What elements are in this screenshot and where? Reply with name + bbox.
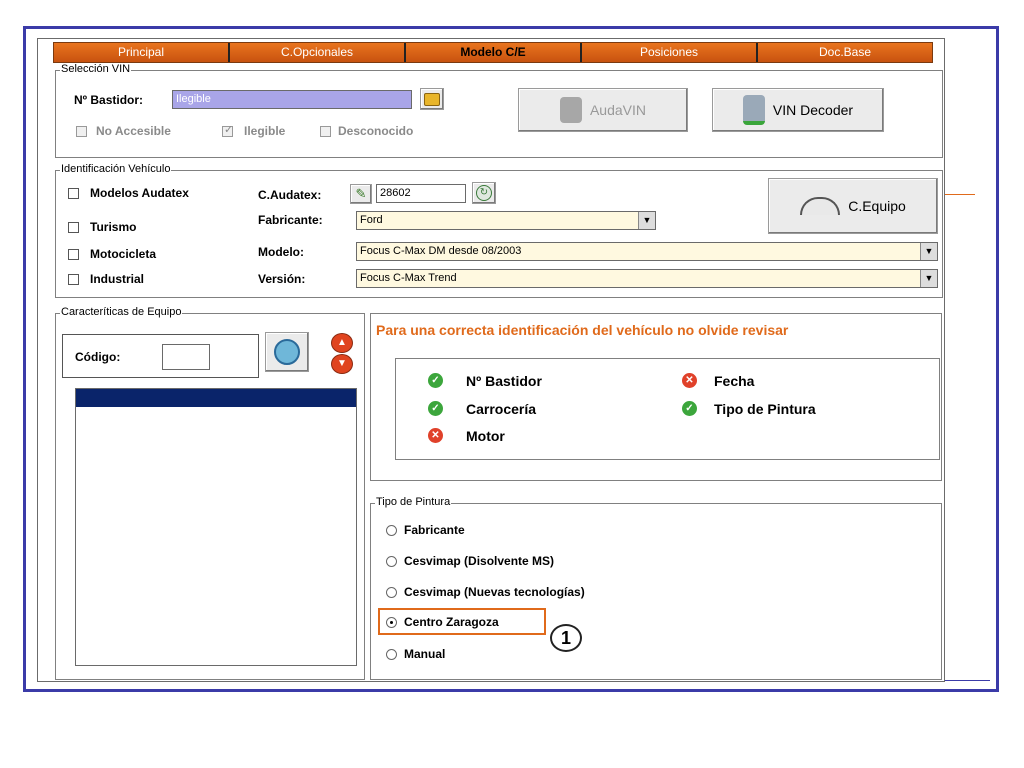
bastidor-input[interactable]: Ilegible (172, 90, 412, 109)
review-item: Motor (466, 428, 505, 444)
recycle-button[interactable] (265, 332, 309, 372)
cequipo-label: C.Equipo (848, 198, 906, 214)
move-up-button[interactable]: ▲ (331, 333, 353, 353)
radio-cesvimap-nuevas[interactable] (386, 587, 397, 598)
tab-opcionales[interactable]: C.Opcionales (230, 43, 406, 62)
pencil-icon: ✎ (355, 186, 367, 201)
vin-decoder-label: VIN Decoder (772, 102, 854, 118)
version-label: Versión: (258, 272, 306, 286)
recycle-icon (274, 339, 300, 365)
review-item: Tipo de Pintura (714, 401, 816, 417)
list-item-selected[interactable] (76, 389, 356, 407)
tab-principal[interactable]: Principal (54, 43, 230, 62)
cequipo-button[interactable]: C.Equipo (768, 178, 938, 234)
codigo-input[interactable] (162, 344, 210, 370)
bastidor-value: Ilegible (176, 93, 211, 105)
chevron-down-icon[interactable]: ▼ (638, 212, 655, 229)
version-value: Focus C-Max Trend (360, 272, 457, 284)
lock-icon (424, 92, 440, 106)
equipo-list[interactable] (75, 388, 357, 666)
turismo-label: Turismo (90, 220, 137, 234)
edit-button[interactable]: ✎ (350, 184, 372, 204)
fabricante-label: Fabricante: (258, 213, 323, 227)
motocicleta-checkbox[interactable] (68, 249, 79, 260)
radio-centro-zaragoza[interactable] (386, 617, 397, 628)
database-icon (742, 95, 765, 125)
arrow-up-icon: ▲ (337, 337, 347, 348)
caudatex-label: C.Audatex: (258, 188, 322, 202)
radio-manual-label: Manual (404, 647, 446, 661)
chevron-down-icon[interactable]: ▼ (920, 270, 937, 287)
tab-modelo[interactable]: Modelo C/E (406, 43, 582, 62)
callout-number: 1 (560, 628, 571, 648)
ilegible-checkbox[interactable]: ✓ (222, 124, 234, 137)
no-accesible-label: No Accesible (96, 124, 171, 138)
chevron-down-icon[interactable]: ▼ (920, 243, 937, 260)
error-icon: ✕ (682, 373, 697, 388)
radio-cesvimap-ms[interactable] (386, 556, 397, 567)
radio-cesvimap-ms-label: Cesvimap (Disolvente MS) (404, 554, 555, 568)
desconocido-label: Desconocido (338, 124, 414, 138)
caudatex-value: 28602 (380, 187, 411, 199)
modelos-audatex-checkbox[interactable] (68, 188, 79, 199)
ok-icon: ✓ (428, 401, 443, 416)
modelo-label: Modelo: (258, 245, 304, 259)
no-accesible-checkbox[interactable] (76, 126, 87, 137)
refresh-icon: ↻ (476, 185, 492, 201)
fabricante-value: Ford (360, 214, 383, 226)
fabricante-select[interactable]: Ford ▼ (356, 211, 656, 230)
bottom-connector-line (945, 680, 990, 681)
modelos-audatex-label: Modelos Audatex (90, 186, 189, 200)
ok-icon: ✓ (682, 401, 697, 416)
bastidor-label: Nº Bastidor: (74, 93, 144, 107)
lock-button[interactable] (420, 88, 444, 110)
codigo-label: Código: (75, 350, 121, 364)
radio-centro-zaragoza-label: Centro Zaragoza (404, 615, 499, 629)
vin-group-legend: Selección VIN (60, 63, 132, 75)
side-connector-line (945, 194, 975, 195)
move-down-button[interactable]: ▼ (331, 354, 353, 374)
pintura-group-legend: Tipo de Pintura (375, 496, 452, 508)
industrial-label: Industrial (90, 272, 145, 286)
industrial-checkbox[interactable] (68, 274, 79, 285)
turismo-checkbox[interactable] (68, 222, 79, 233)
review-title: Para una correcta identificación del veh… (376, 322, 789, 338)
check-icon: ✓ (224, 124, 234, 136)
tab-docbase[interactable]: Doc.Base (758, 43, 932, 62)
review-item: Nº Bastidor (466, 373, 542, 389)
motocicleta-label: Motocicleta (90, 247, 157, 261)
review-item: Fecha (714, 373, 755, 389)
radio-cesvimap-nuevas-label: Cesvimap (Nuevas tecnologías) (404, 585, 585, 599)
callout-badge: 1 (550, 624, 582, 652)
modelo-value: Focus C-Max DM desde 08/2003 (360, 245, 522, 257)
caudatex-input[interactable]: 28602 (376, 184, 466, 203)
tab-posiciones[interactable]: Posiciones (582, 43, 758, 62)
equipo-group-legend: Caracteríticas de Equipo (60, 306, 183, 318)
ident-group-legend: Identificación Vehículo (60, 163, 172, 175)
audavin-label: AudaVIN (589, 102, 647, 118)
audavin-button[interactable]: AudaVIN (518, 88, 688, 132)
arrow-down-icon: ▼ (337, 358, 347, 369)
database-icon (559, 97, 582, 123)
refresh-button[interactable]: ↻ (472, 182, 496, 204)
gauge-icon (800, 197, 841, 215)
error-icon: ✕ (428, 428, 443, 443)
ok-icon: ✓ (428, 373, 443, 388)
ilegible-label: Ilegible (244, 124, 286, 138)
vin-decoder-button[interactable]: VIN Decoder (712, 88, 884, 132)
desconocido-checkbox[interactable] (320, 126, 331, 137)
radio-fabricante-label: Fabricante (404, 523, 465, 537)
radio-fabricante[interactable] (386, 525, 397, 536)
tab-bar: Principal C.Opcionales Modelo C/E Posici… (53, 42, 933, 63)
review-item: Carrocería (466, 401, 537, 417)
modelo-select[interactable]: Focus C-Max DM desde 08/2003 ▼ (356, 242, 938, 261)
radio-manual[interactable] (386, 649, 397, 660)
version-select[interactable]: Focus C-Max Trend ▼ (356, 269, 938, 288)
